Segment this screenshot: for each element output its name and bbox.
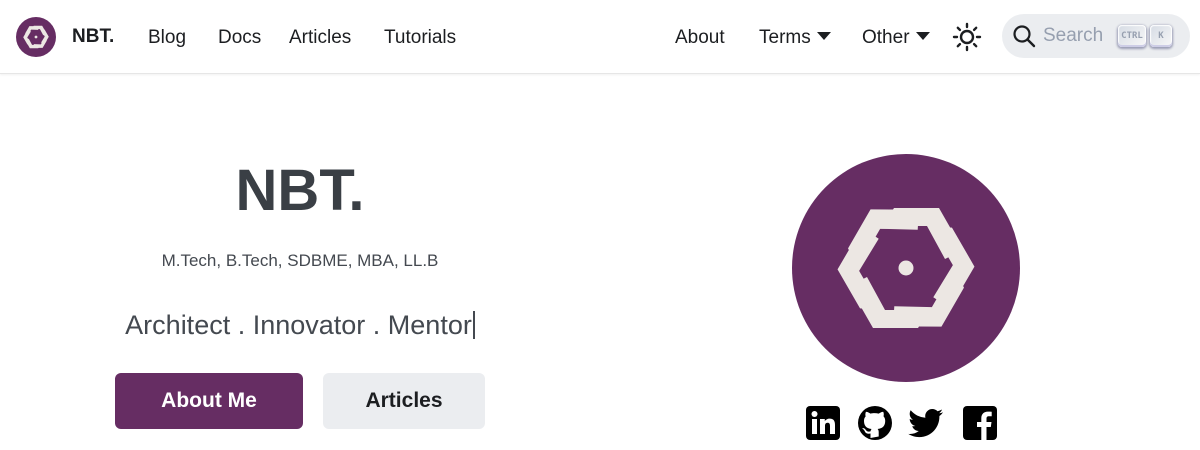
facebook-icon[interactable] [962,405,998,441]
brand-title: NBT. [72,26,115,47]
nav-dropdown-other-label: Other [862,27,910,48]
hero-tagline-text: Architect . Innovator . Mentor [125,310,472,340]
nav-link-docs[interactable]: Docs [218,26,261,50]
nav-dropdown-terms-label: Terms [759,27,811,48]
nav-link-about[interactable]: About [675,26,725,50]
kbd-ctrl: CTRL [1118,25,1146,47]
brand-link[interactable]: NBT. [16,16,114,58]
search-placeholder: Search [1043,25,1104,46]
search-button[interactable]: Search CTRL K [1002,14,1190,58]
navbar: NBT. Blog Docs Articles Tutorials About … [0,0,1200,74]
twitter-icon[interactable] [908,405,944,441]
hero-title: NBT. [235,158,365,223]
sun-icon[interactable] [952,22,982,52]
search-icon [1013,25,1036,48]
nav-dropdown-terms[interactable]: Terms [759,26,831,50]
hero-degrees: M.Tech, B.Tech, SDBME, MBA, LL.B [161,251,439,270]
nav-dropdown-other[interactable]: Other [862,26,930,50]
hero-logo-icon [792,154,1020,382]
brand-logo-icon [16,17,56,57]
about-me-button[interactable]: About Me [115,373,303,429]
typing-cursor [472,311,475,339]
linkedin-icon[interactable] [805,405,841,441]
hero-tagline: Architect . Innovator . Mentor [0,310,600,341]
kbd-k: K [1150,25,1172,47]
caret-down-icon [816,32,831,40]
nav-link-articles[interactable]: Articles [289,26,351,50]
nav-link-blog[interactable]: Blog [148,26,186,50]
nav-link-tutorials[interactable]: Tutorials [384,26,456,50]
caret-down-icon [915,32,930,40]
github-icon[interactable] [857,405,893,441]
articles-button[interactable]: Articles [323,373,485,429]
